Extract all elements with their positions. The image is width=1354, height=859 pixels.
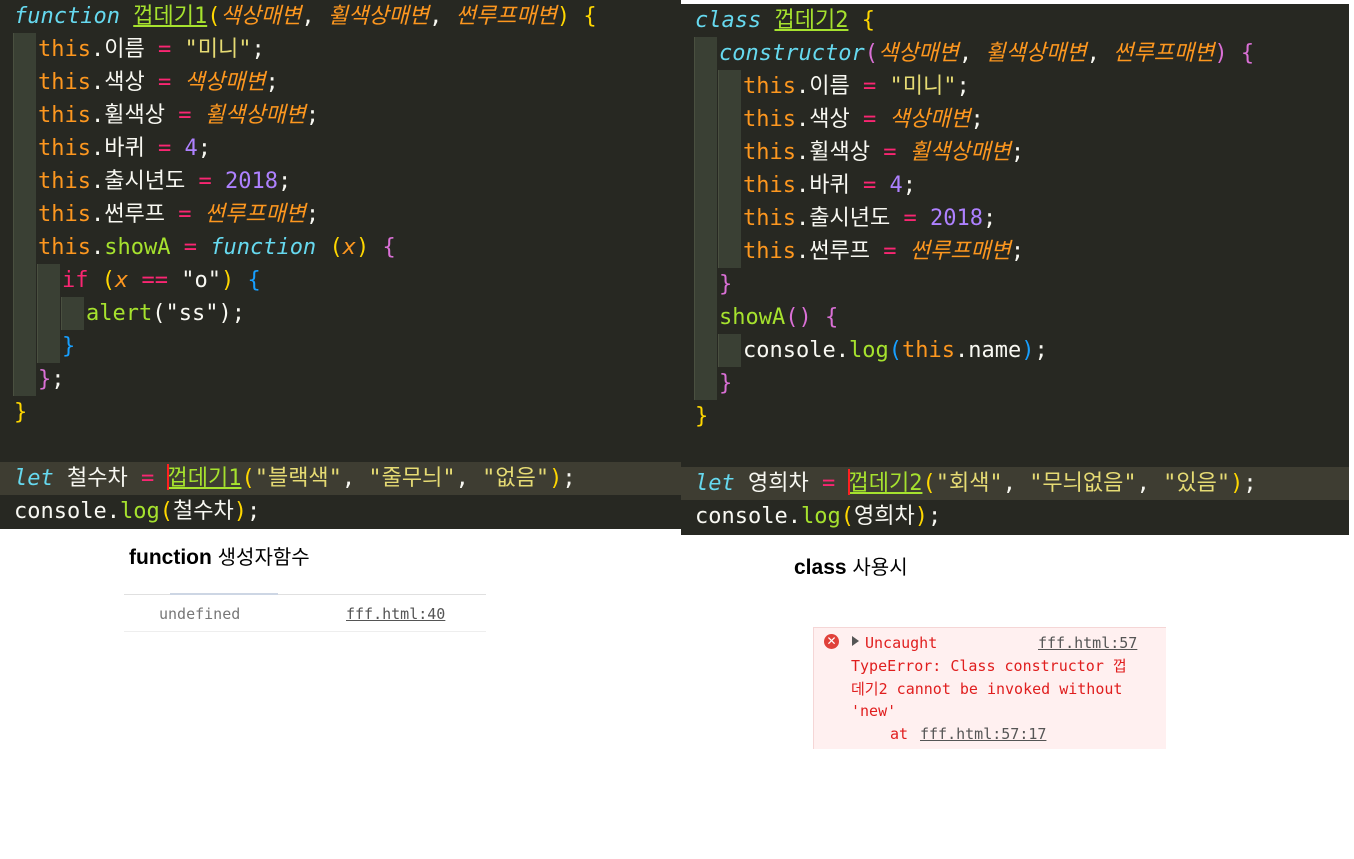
code-line: class 껍데기2 { [695,8,875,33]
error-message-line: TypeError: Class constructor 껍 [851,657,1127,675]
function-name: 껍데기1 [133,4,208,29]
keyword-class: class [695,8,762,33]
caption-text: 사용시 [852,557,908,579]
caption-bold: function [129,546,212,569]
source-link[interactable]: fff.html:40 [346,605,445,623]
code-line-current: let 영희차 = 껍데기2("회색", "무늬없음", "있음"); [681,467,1349,500]
error-message-line: 데기2 cannot be invoked without [851,680,1123,698]
code-line: this.이름 = "미니"; [38,37,265,62]
code-line: } [695,404,709,429]
caption-function: function 생성자함수 [129,541,310,570]
caption-bold: class [794,556,847,579]
console-log-row: undefined fff.html:40 [124,593,486,632]
code-line: this.휠색상 = 휠색상매변; [38,103,320,128]
error-title[interactable]: Uncaught [865,632,937,654]
code-line: } [62,334,76,359]
text-cursor [848,469,851,495]
code-line: constructor(색상매변, 휠색상매변, 썬루프매변) { [719,41,1255,66]
code-line: this.이름 = "미니"; [743,74,970,99]
code-line: this.썬루프 = 썬루프매변; [743,239,1025,264]
code-line: showA() { [719,305,839,330]
source-link[interactable]: fff.html:57 [1038,632,1137,654]
class-name: 껍데기2 [774,8,849,33]
code-line: }; [38,367,65,392]
code-line: } [14,400,28,425]
code-line: } [719,272,733,297]
keyword-function: function [14,4,120,29]
console-value: undefined [159,605,241,623]
code-line: this.showA = function (x) { [38,235,396,260]
code-line: this.색상 = 색상매변; [743,107,984,132]
code-line: this.바퀴 = 4; [743,173,916,198]
code-line: } [719,371,733,396]
caption-text: 생성자함수 [217,547,310,569]
caption-class: class 사용시 [794,551,908,580]
console-error-row: ✕ Uncaught fff.html:57 TypeError: Class … [813,627,1166,749]
code-line: this.썬루프 = 썬루프매변; [38,202,320,227]
code-line: function 껍데기1(색상매변, 휠색상매변, 썬루프매변) { [14,4,597,29]
code-line: this.출시년도 = 2018; [743,206,997,231]
code-editor-class[interactable]: class 껍데기2 { constructor(색상매변, 휠색상매변, 썬루… [681,4,1349,535]
code-line: this.출시년도 = 2018; [38,169,292,194]
code-line: this.휠색상 = 휠색상매변; [743,140,1025,165]
code-editor-function[interactable]: function 껍데기1(색상매변, 휠색상매변, 썬루프매변) { this… [0,0,681,529]
code-line-current: let 철수차 = 껍데기1("블랙색", "줄무늬", "없음"); [0,462,681,495]
text-cursor [167,464,170,490]
stack-source-link[interactable]: fff.html:57:17 [920,723,1046,745]
stack-at-label: at [890,725,909,743]
code-line: this.바퀴 = 4; [38,136,211,161]
code-line: console.log(this.name); [743,338,1048,363]
expand-triangle-icon[interactable] [852,636,859,646]
code-line: this.색상 = 색상매변; [38,70,279,95]
code-line: if (x == "o") { [62,268,261,293]
error-message-line: 'new' [851,702,897,720]
divider [170,593,278,595]
code-line: console.log(철수차); [14,499,261,524]
code-line: console.log(영희차); [695,504,942,529]
error-icon: ✕ [824,634,839,649]
code-line: alert("ss"); [86,301,245,326]
